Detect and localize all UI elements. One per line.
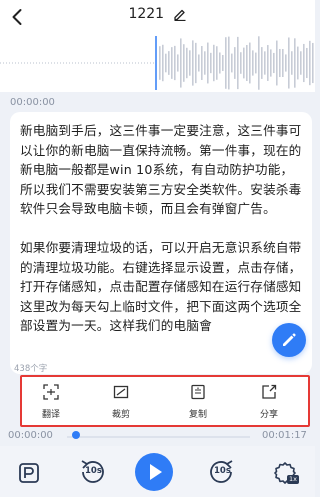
waveform-bar [255, 52, 257, 74]
waveform-bar [177, 54, 179, 72]
translate-label: 翻译 [41, 410, 60, 420]
waveform-bar [165, 53, 167, 73]
waveform-bar [261, 47, 263, 79]
copy-button[interactable]: 复制 [173, 383, 223, 420]
waveform-time-start: 00:00:00 [10, 97, 55, 108]
character-count: 438个字 [14, 364, 48, 374]
waveform-bar [207, 42, 209, 84]
waveform-bar [210, 52, 212, 74]
waveform-bar [273, 52, 275, 74]
waveform-bar [183, 44, 185, 82]
crop-icon [113, 385, 129, 399]
recording-title-group: 1221 [0, 6, 315, 22]
waveform-bar [300, 51, 302, 75]
waveform-bar [204, 51, 206, 75]
skip-back-label: 10s [85, 466, 102, 476]
waveform-bar [276, 40, 278, 86]
skip-forward-label: 10s [214, 466, 231, 476]
waveform-bar [228, 36, 230, 90]
waveform-bar [291, 51, 293, 75]
waveform-bar [264, 51, 266, 75]
waveform-bar [174, 45, 176, 81]
text-mode-icon[interactable] [18, 462, 40, 484]
waveform-bar [237, 36, 239, 90]
transcript-paragraph-2: 如果你要清理垃圾的话，可以开启无意识系统自带的清理垃圾功能。右键选择显示设置，点… [20, 239, 302, 334]
crop-label: 裁剪 [111, 410, 130, 420]
translate-icon [43, 384, 59, 400]
share-label: 分享 [259, 410, 278, 420]
speed-settings-button[interactable]: 1x [272, 460, 299, 486]
waveform-bar [171, 47, 173, 79]
waveform-bar [240, 52, 242, 74]
speed-badge: 1x [287, 475, 299, 484]
waveform-bar [303, 43, 305, 83]
waveform-bar [267, 45, 269, 81]
play-icon [150, 464, 162, 480]
play-button[interactable] [135, 453, 173, 491]
copy-label: 复制 [188, 410, 207, 420]
waveform-bar [180, 38, 182, 88]
waveform-bar [312, 42, 314, 84]
waveform-bar [201, 46, 203, 80]
waveform-bar [306, 47, 308, 79]
crop-button[interactable]: 裁剪 [96, 383, 146, 420]
waveform-bar [159, 46, 161, 80]
progress-track[interactable] [67, 436, 250, 438]
waveform-graphic [0, 36, 314, 90]
waveform-bar [231, 53, 233, 73]
waveform-bar [198, 54, 200, 72]
waveform-bar [279, 48, 281, 78]
progress-knob[interactable] [72, 431, 80, 439]
translate-button[interactable]: 翻译 [26, 383, 76, 420]
copy-icon [191, 384, 205, 400]
waveform-bar [219, 52, 221, 74]
edit-transcript-button[interactable] [272, 323, 306, 357]
waveform-bar [258, 36, 260, 90]
pencil-icon [283, 333, 296, 346]
app-header: 1221 [0, 0, 315, 34]
waveform-bar [246, 44, 248, 82]
skip-back-button[interactable]: 10s [78, 459, 108, 485]
waveform-bar [234, 47, 236, 79]
waveform-bar [192, 40, 194, 86]
waveform-bar [222, 54, 224, 72]
share-button[interactable]: 分享 [244, 383, 294, 420]
waveform-bar [252, 50, 254, 76]
waveform-bar [309, 40, 311, 86]
waveform-bar [186, 47, 188, 79]
waveform-bar [162, 44, 164, 82]
waveform[interactable] [0, 34, 315, 92]
transcript-card[interactable]: 新电脑到手后，这三件事一定要注意，这三件事可以让你的新电脑一直保持流畅。第一件事… [10, 112, 312, 374]
waveform-bar [297, 46, 299, 80]
action-toolbar: 翻译 裁剪 复制 分享 [20, 375, 310, 427]
waveform-bar [282, 48, 284, 78]
waveform-bar [294, 38, 296, 88]
pencil-icon[interactable] [173, 7, 187, 21]
waveform-bar [216, 46, 218, 80]
waveform-bar [168, 51, 170, 75]
current-time: 00:00:00 [8, 430, 53, 441]
recording-title: 1221 [128, 6, 165, 22]
waveform-bar [189, 50, 191, 76]
waveform-bar [288, 37, 290, 89]
waveform-bar [243, 47, 245, 79]
waveform-bar [285, 54, 287, 72]
waveform-bar [249, 42, 251, 84]
transcript-paragraph-1: 新电脑到手后，这三件事一定要注意，这三件事可以让你的新电脑一直保持流畅。第一件事… [20, 123, 302, 217]
waveform-bar [270, 49, 272, 77]
waveform-bar [195, 42, 197, 84]
total-time: 00:01:17 [262, 430, 307, 441]
waveform-bar [225, 37, 227, 89]
share-icon [262, 384, 277, 399]
skip-forward-button[interactable]: 10s [206, 459, 236, 485]
waveform-bar [213, 44, 215, 82]
